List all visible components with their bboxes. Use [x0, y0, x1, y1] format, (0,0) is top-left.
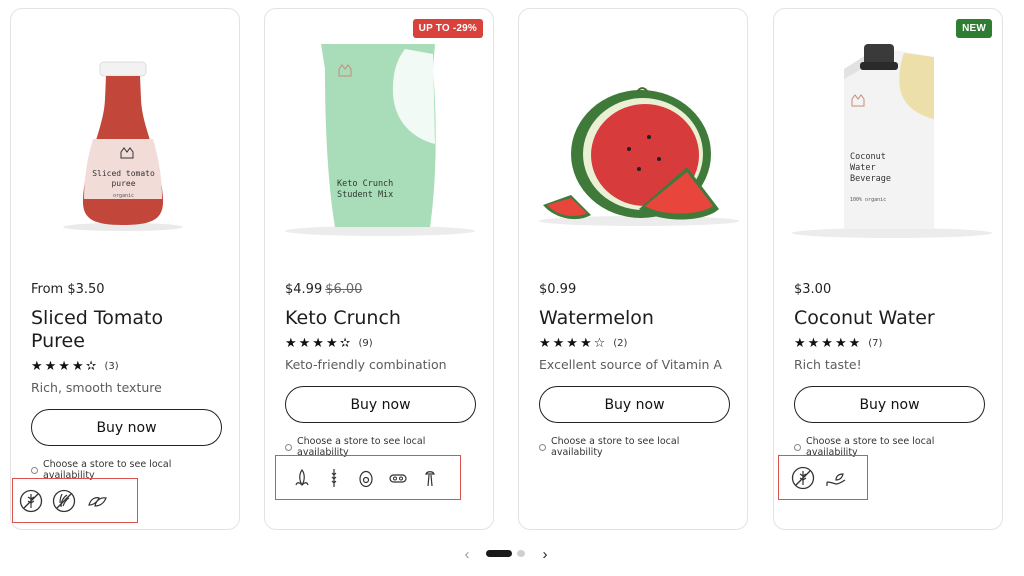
carousel-pagination: ‹ › [0, 545, 1024, 565]
radio-icon[interactable] [794, 443, 801, 451]
product-title[interactable]: Coconut Water [794, 307, 984, 330]
chevron-right-icon[interactable]: › [538, 545, 552, 563]
star-rating: ★★★★☆ [539, 335, 608, 351]
product-description: Rich, smooth texture [31, 380, 162, 395]
rating-count: (7) [868, 337, 883, 349]
product-image[interactable]: Sliced tomato puree organic [11, 9, 239, 249]
buy-now-button[interactable]: Buy now [539, 386, 730, 423]
pagination-dot[interactable] [517, 550, 525, 557]
package-label: Coconut Water Beverage [850, 152, 891, 184]
product-title[interactable]: Sliced Tomato Puree [31, 307, 221, 353]
product-description: Keto-friendly combination [285, 357, 447, 372]
package-sublabel: organic [112, 193, 135, 199]
product-image[interactable]: Coconut Water Beverage 100% organic NEW [774, 9, 1002, 249]
discount-badge: UP TO -29% [412, 19, 483, 38]
package-sublabel: 100% organic [850, 197, 887, 203]
star-rating: ★★★★★ [794, 335, 863, 351]
vegan-leaf-icon [85, 489, 109, 513]
dietary-icons [778, 455, 868, 500]
buy-now-button[interactable]: Buy now [285, 386, 476, 423]
price: $0.99 [539, 281, 729, 298]
store-availability[interactable]: Choose a store to see local availability [539, 436, 729, 458]
radio-icon[interactable] [539, 443, 546, 451]
egg-icon [354, 466, 378, 490]
rating-count: (9) [358, 337, 373, 349]
star-rating: ★★★★✫ [285, 335, 353, 351]
rating[interactable]: ★★★★✫ (9) [285, 334, 475, 352]
rating-count: (2) [613, 337, 628, 349]
product-title[interactable]: Watermelon [539, 307, 729, 330]
product-title[interactable]: Keto Crunch [285, 307, 475, 330]
product-image[interactable]: Keto Crunch Student Mix UP TO -29% [265, 9, 493, 249]
rating-count: (3) [104, 360, 119, 372]
wheat-icon [322, 466, 346, 490]
buy-now-button[interactable]: Buy now [794, 386, 985, 423]
radio-icon[interactable] [31, 466, 38, 474]
wheat-free-icon [52, 489, 76, 513]
dietary-icons [275, 455, 461, 500]
celery-icon [418, 466, 442, 490]
old-price: $6.00 [325, 282, 363, 297]
product-card[interactable]: $0.99 Watermelon ★★★★☆ (2) Excellent sou… [518, 8, 748, 530]
package-label: Keto Crunch Student Mix [337, 179, 394, 200]
hand-leaf-icon [824, 466, 848, 490]
price: $4.99 $6.00 [285, 281, 475, 298]
soy-icon [386, 466, 410, 490]
rating[interactable]: ★★★★✫ (3) [31, 357, 221, 375]
price: $3.00 [794, 281, 984, 298]
rating[interactable]: ★★★★☆ (2) [539, 334, 729, 352]
pagination-dot-active[interactable] [486, 550, 512, 557]
product-card[interactable]: Keto Crunch Student Mix UP TO -29% $4.99… [264, 8, 494, 530]
new-badge: NEW [956, 19, 992, 38]
product-card[interactable]: Sliced tomato puree organic From $3.50 S… [10, 8, 240, 530]
rating[interactable]: ★★★★★ (7) [794, 334, 984, 352]
current-price: $3.00 [794, 282, 832, 297]
current-price: $4.99 [285, 282, 323, 297]
gluten-free-icon [791, 466, 815, 490]
product-description: Excellent source of Vitamin A [539, 357, 722, 372]
current-price: From $3.50 [31, 282, 105, 297]
corn-icon [290, 466, 314, 490]
gluten-free-icon [19, 489, 43, 513]
chevron-left-icon[interactable]: ‹ [460, 545, 474, 563]
price: From $3.50 [31, 281, 221, 298]
product-card[interactable]: Coconut Water Beverage 100% organic NEW … [773, 8, 1003, 530]
radio-icon[interactable] [285, 443, 292, 451]
package-label: Sliced tomato puree [92, 169, 155, 188]
product-image[interactable] [519, 9, 747, 249]
current-price: $0.99 [539, 282, 577, 297]
store-availability-text: Choose a store to see local availability [551, 436, 680, 458]
star-rating: ★★★★✫ [31, 358, 99, 374]
dietary-icons [12, 478, 138, 523]
buy-now-button[interactable]: Buy now [31, 409, 222, 446]
product-description: Rich taste! [794, 357, 862, 372]
